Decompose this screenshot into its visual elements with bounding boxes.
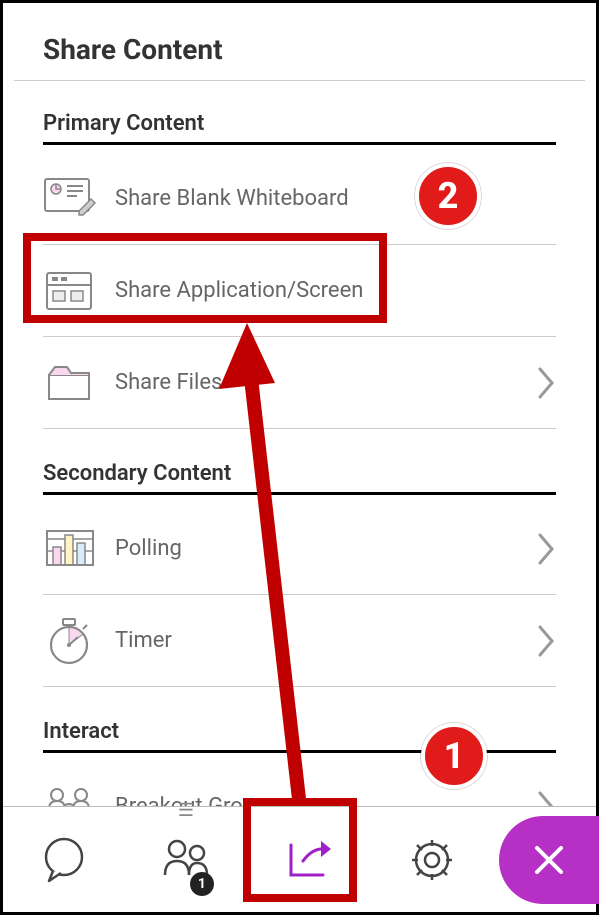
close-icon (529, 840, 569, 880)
section-heading-secondary: Secondary Content (43, 461, 556, 495)
share-application-label: Share Application/Screen (115, 278, 556, 303)
share-application-item[interactable]: Share Application/Screen (43, 245, 556, 337)
chat-tab[interactable] (9, 810, 119, 910)
folder-icon (43, 359, 115, 407)
polling-label: Polling (115, 536, 536, 561)
section-heading-primary: Primary Content (43, 111, 556, 145)
section-heading-interact: Interact (43, 719, 556, 753)
timer-label: Timer (115, 628, 536, 653)
share-tab-icon (283, 837, 335, 883)
gear-icon (408, 836, 456, 884)
section-secondary: Secondary Content Polling (13, 461, 586, 687)
share-files-label: Share Files (115, 370, 536, 395)
chevron-right-icon (536, 533, 556, 565)
polling-icon (43, 525, 115, 573)
divider (14, 80, 585, 81)
timer-item[interactable]: Timer (43, 595, 556, 687)
share-files-item[interactable]: Share Files (43, 337, 556, 429)
chevron-right-icon (536, 625, 556, 657)
share-tab[interactable] (254, 810, 364, 910)
panel-title: Share Content (13, 13, 586, 80)
chevron-right-icon (536, 367, 556, 399)
polling-item[interactable]: Polling (43, 503, 556, 595)
attendees-badge: 1 (190, 872, 214, 896)
screen-icon (43, 267, 115, 315)
whiteboard-icon (43, 175, 115, 223)
stopwatch-icon (43, 617, 115, 665)
settings-tab[interactable] (377, 810, 487, 910)
attendees-tab[interactable]: ☰ 1 (132, 810, 242, 910)
section-primary: Primary Content Share Blank Whiteboard (13, 111, 586, 429)
share-whiteboard-label: Share Blank Whiteboard (115, 186, 556, 211)
bottom-tab-bar: ☰ 1 (3, 806, 596, 912)
share-whiteboard-item[interactable]: Share Blank Whiteboard (43, 153, 556, 245)
close-panel-button[interactable] (499, 816, 599, 904)
drag-handle-icon: ☰ (178, 800, 196, 821)
chat-icon (39, 835, 89, 885)
